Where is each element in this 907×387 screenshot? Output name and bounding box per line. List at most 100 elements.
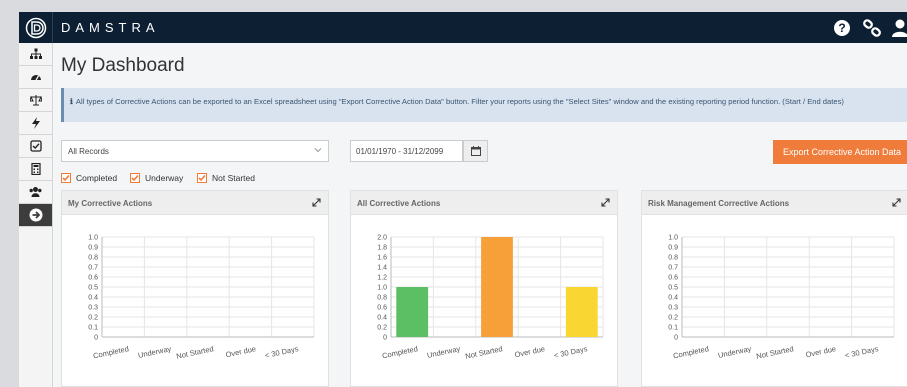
y-tick-label: 1.0 <box>668 235 678 242</box>
y-tick-label: 1.8 <box>377 245 387 252</box>
y-tick-label: 0.8 <box>668 255 678 262</box>
y-tick-label: 0.5 <box>668 285 678 292</box>
sidebar-item-sitemap[interactable] <box>19 43 52 66</box>
checkbox-not-started[interactable]: Not Started <box>197 172 255 184</box>
panel-risk-management-corrective-actions: Risk Management Corrective Actions 1.0 0.… <box>641 190 907 387</box>
check-icon <box>130 173 140 183</box>
check-square-icon <box>29 140 42 152</box>
calendar-icon[interactable] <box>463 140 488 162</box>
x-tick-label: Not Started <box>464 344 503 361</box>
x-tick-label: Not Started <box>175 344 214 361</box>
y-tick-label: 0 <box>674 335 678 342</box>
sidebar-item-dashboard[interactable] <box>19 66 52 89</box>
panel-title: My Corrective Actions <box>68 199 153 208</box>
expand-icon[interactable] <box>601 198 610 209</box>
question-circle-icon[interactable]: ? <box>832 18 852 38</box>
user-icon[interactable] <box>890 18 907 38</box>
y-tick-label: 1.2 <box>377 275 387 282</box>
export-button[interactable]: Export Corrective Action Data <box>773 140 907 164</box>
records-select[interactable]: All Records <box>61 140 329 162</box>
brand-name: DAMSTRA <box>61 20 160 35</box>
sidebar-item-users[interactable] <box>19 181 52 204</box>
y-tick-label: 0.6 <box>88 275 98 282</box>
checkbox-label: Underway <box>145 173 184 183</box>
checkbox-completed[interactable]: Completed <box>61 172 117 184</box>
y-tick-label: 0.9 <box>88 245 98 252</box>
y-tick-label: 0.7 <box>668 265 678 272</box>
link-icon[interactable] <box>862 18 882 38</box>
panel-header: Risk Management Corrective Actions <box>642 191 907 215</box>
checkbox-underway[interactable]: Underway <box>130 172 183 184</box>
dashboard-gauge-icon <box>30 75 41 81</box>
check-icon <box>61 173 71 183</box>
x-tick-label: Completed <box>92 344 129 360</box>
y-tick-label: 0.8 <box>88 255 98 262</box>
arrow-circle-right-icon <box>29 208 42 222</box>
y-tick-label: 0.2 <box>88 315 98 322</box>
sidebar-item-balance[interactable] <box>19 89 52 112</box>
info-icon: ℹ <box>70 97 73 106</box>
y-tick-label: 0.8 <box>377 295 387 302</box>
x-tick-label: Underway <box>717 344 752 360</box>
panel-title: Risk Management Corrective Actions <box>648 199 790 208</box>
y-tick-label: 0.4 <box>377 315 387 322</box>
sidebar-item-checklist[interactable] <box>19 135 52 158</box>
damstra-logo-icon[interactable] <box>19 12 53 43</box>
y-tick-label: 0.4 <box>88 295 98 302</box>
main-content: My Dashboard ℹ All types of Corrective Ac… <box>53 43 907 387</box>
chart: 2.0 1.8 1.6 1.4 1.2 1.0 0.8 0.6 0.4 0.2 0 Completed… <box>377 235 604 361</box>
y-tick-label: 0.2 <box>377 325 387 332</box>
y-tick-label: 0.4 <box>668 295 678 302</box>
sidebar-item-bolt[interactable] <box>19 112 52 135</box>
y-tick-label: 0.6 <box>377 305 387 312</box>
x-tick-label: Underway <box>137 344 172 360</box>
top-navbar: DAMSTRA ? <box>19 12 907 43</box>
x-tick-label: < 30 Days <box>264 344 299 360</box>
x-tick-label: < 30 Days <box>553 344 588 360</box>
sidebar <box>19 43 53 387</box>
sitemap-icon <box>29 48 42 59</box>
y-tick-label: 0.3 <box>88 305 98 312</box>
x-tick-label: Completed <box>672 344 709 360</box>
panel-title: All Corrective Actions <box>357 199 441 208</box>
y-tick-label: 1.0 <box>377 285 387 292</box>
y-tick-label: 0.3 <box>668 305 678 312</box>
bar-not-started <box>481 237 513 337</box>
y-tick-label: 0.2 <box>668 315 678 322</box>
sidebar-item-expand[interactable] <box>19 204 52 227</box>
y-tick-label: 1.6 <box>377 255 387 262</box>
y-tick-label: 1.0 <box>88 235 98 242</box>
panel-header: My Corrective Actions <box>62 191 328 215</box>
y-tick-label: 1.4 <box>377 265 387 272</box>
y-tick-label: 0.1 <box>88 325 98 332</box>
panel-all-corrective-actions: All Corrective Actions 2.0 1.8 1.6 1.4 1.2 1.… <box>350 190 618 387</box>
y-tick-label: 0 <box>383 335 387 342</box>
y-tick-label: 2.0 <box>377 235 387 242</box>
svg-text:?: ? <box>838 21 845 35</box>
y-tick-label: 0 <box>94 335 98 342</box>
x-tick-label: Over due <box>225 344 257 359</box>
calculator-icon <box>30 163 41 175</box>
x-tick-label: Not Started <box>755 344 794 361</box>
sidebar-item-calculator[interactable] <box>19 158 52 181</box>
bar--30-days <box>565 287 598 337</box>
balance-scale-icon <box>29 95 42 106</box>
bolt-icon <box>31 117 40 129</box>
x-tick-label: < 30 Days <box>844 344 879 360</box>
x-tick-label: Over due <box>514 344 546 359</box>
checkbox-label: Completed <box>76 173 118 183</box>
y-tick-label: 0.5 <box>88 285 98 292</box>
date-range-input[interactable]: 01/01/1970 - 31/12/2099 <box>350 140 463 162</box>
expand-icon[interactable] <box>312 198 321 209</box>
chart: 1.0 0.9 0.8 0.7 0.6 0.5 0.4 0.3 0.2 0.1 0 Completed… <box>88 235 315 361</box>
info-alert: ℹ All types of Corrective Actions can be … <box>61 88 907 122</box>
chevron-down-icon <box>314 146 322 156</box>
panel-header: All Corrective Actions <box>351 191 617 215</box>
records-select-value: All Records <box>68 147 109 156</box>
x-tick-label: Underway <box>426 344 461 360</box>
expand-icon[interactable] <box>892 198 901 209</box>
x-tick-label: Over due <box>805 344 837 359</box>
check-icon <box>197 173 207 183</box>
checkbox-label: Not Started <box>212 173 255 183</box>
bar-completed <box>396 287 429 337</box>
